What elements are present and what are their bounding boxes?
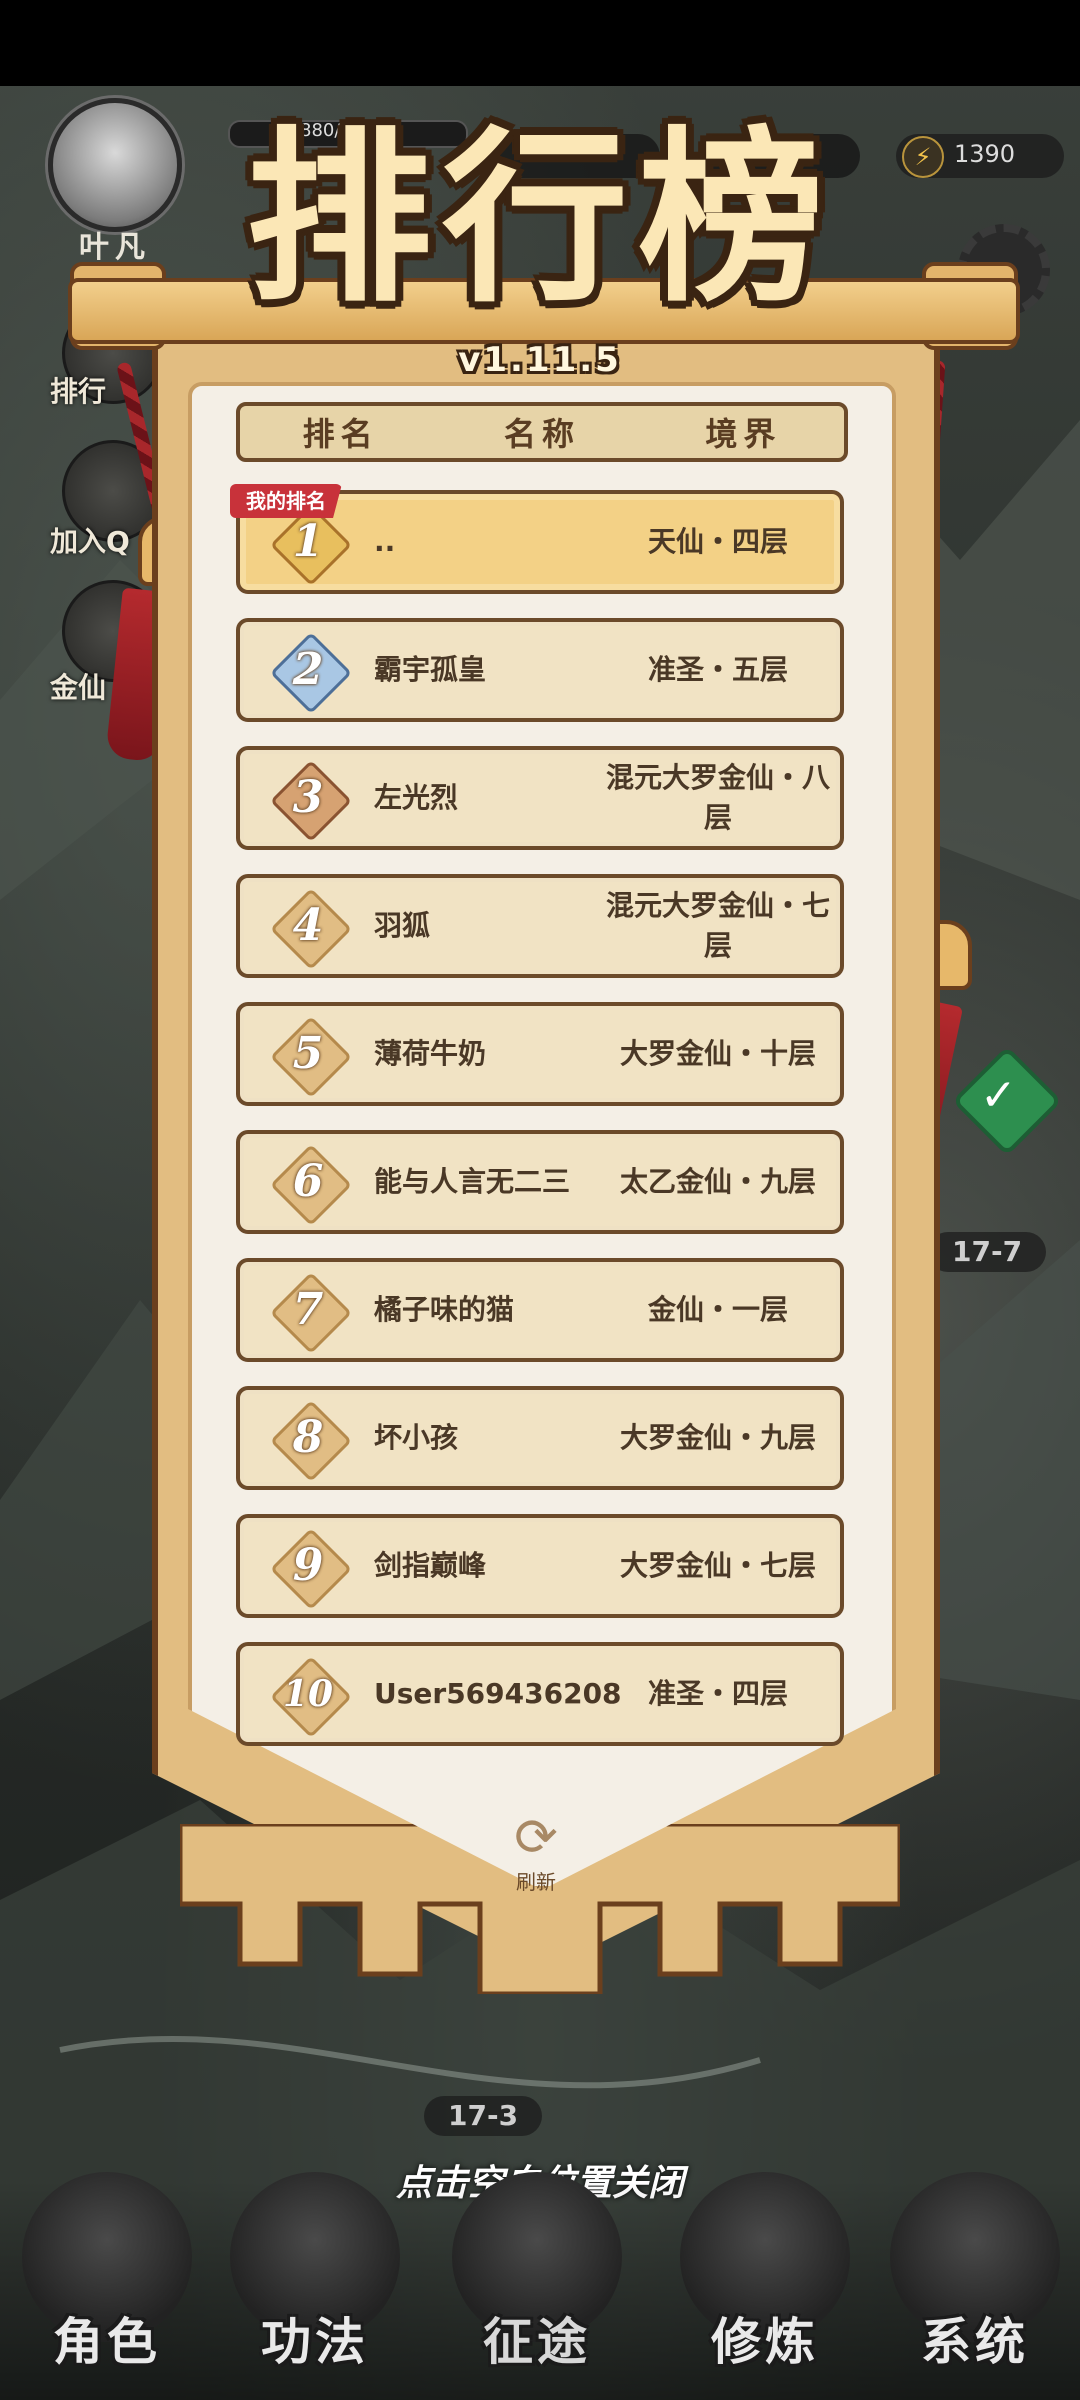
realm-cell: 大罗金仙・七层 [619,1549,816,1582]
leaderboard-row[interactable]: 5 薄荷牛奶 大罗金仙・十层 [236,1002,844,1106]
column-realm: 境界 [705,415,782,453]
rank-number: 10 [282,1673,334,1715]
version-label: v1.11.5 [458,340,622,380]
nav-journey[interactable]: 征途 [452,2172,622,2400]
rank-number: 3 [292,772,324,823]
leaderboard-row[interactable]: 10 User569436208 准圣・四层 [236,1642,844,1746]
side-label-join-qq[interactable]: 加入Q [50,520,130,560]
player-name-cell: User569436208 [374,1677,622,1710]
rank-number: 5 [292,1028,324,1079]
leaderboard-title: 排行榜 [245,108,834,327]
stage-label-current[interactable]: 17-7 [928,1232,1047,1272]
my-rank-tag: 我的排名 [230,484,342,518]
realm-cell: 准圣・五层 [647,653,788,686]
player-name-cell: 橘子味的猫 [374,1293,515,1326]
leaderboard-row[interactable]: 4 羽狐 混元大罗金仙・七层 [236,874,844,978]
player-name-cell: 能与人言无二三 [374,1165,571,1198]
leaderboard-list: 1 .. 天仙・四层 2 霸宇孤皇 准圣・五层 3 左光烈 混元大罗金仙・八层 … [236,490,844,1770]
check-icon: ✓ [980,1070,1017,1121]
nav-system[interactable]: 系统 [890,2172,1060,2400]
rank-number: 7 [292,1284,324,1335]
nav-label: 功法 [261,2313,369,2371]
rank-number: 6 [292,1156,324,1207]
nav-character[interactable]: 角色 [22,2172,192,2400]
player-name-cell: 左光烈 [374,781,459,814]
nav-label: 征途 [483,2313,591,2371]
status-bar [0,0,1080,86]
refresh-button[interactable]: ⟳ 刷新 [506,1810,566,1895]
refresh-icon: ⟳ [514,1808,558,1868]
rank-number: 1 [292,516,324,567]
stage-label-previous[interactable]: 17-3 [424,2096,543,2136]
realm-cell: 大罗金仙・九层 [619,1421,816,1454]
player-name-cell: 剑指巅峰 [374,1549,487,1582]
leaderboard-row[interactable]: 7 橘子味的猫 金仙・一层 [236,1258,844,1362]
rank-number: 4 [292,900,324,951]
leaderboard-row[interactable]: 8 坏小孩 大罗金仙・九层 [236,1386,844,1490]
leaderboard-row[interactable]: 3 左光烈 混元大罗金仙・八层 [236,746,844,850]
column-name: 名称 [503,415,580,453]
nav-cultivation[interactable]: 修炼 [680,2172,850,2400]
realm-cell: 天仙・四层 [647,525,788,558]
side-label-gift[interactable]: 金仙 [50,666,106,706]
realm-cell: 太乙金仙・九层 [619,1165,816,1198]
player-name-cell: .. [374,525,396,558]
rank-number: 8 [292,1412,324,1463]
leaderboard-row[interactable]: 6 能与人言无二三 太乙金仙・九层 [236,1130,844,1234]
leaderboard-header: 排名 名称 境界 [236,402,848,462]
nav-label: 系统 [921,2313,1029,2371]
realm-cell: 金仙・一层 [647,1293,788,1326]
nav-skills[interactable]: 功法 [230,2172,400,2400]
leaderboard-row[interactable]: 2 霸宇孤皇 准圣・五层 [236,618,844,722]
refresh-label: 刷新 [516,1870,556,1894]
realm-cell: 混元大罗金仙・七层 [605,889,830,962]
nav-label: 角色 [53,2313,161,2371]
leaderboard-row[interactable]: 9 剑指巅峰 大罗金仙・七层 [236,1514,844,1618]
nav-label: 修炼 [711,2313,819,2371]
realm-cell: 准圣・四层 [647,1677,788,1710]
realm-cell: 大罗金仙・十层 [619,1037,816,1070]
player-name-cell: 霸宇孤皇 [374,653,487,686]
player-name-cell: 薄荷牛奶 [374,1037,487,1070]
player-name-cell: 羽狐 [374,909,431,942]
column-rank: 排名 [302,415,379,453]
realm-cell: 混元大罗金仙・八层 [605,761,830,834]
rank-number: 2 [292,644,324,695]
rank-number: 9 [292,1540,324,1591]
player-name-cell: 坏小孩 [374,1421,459,1454]
